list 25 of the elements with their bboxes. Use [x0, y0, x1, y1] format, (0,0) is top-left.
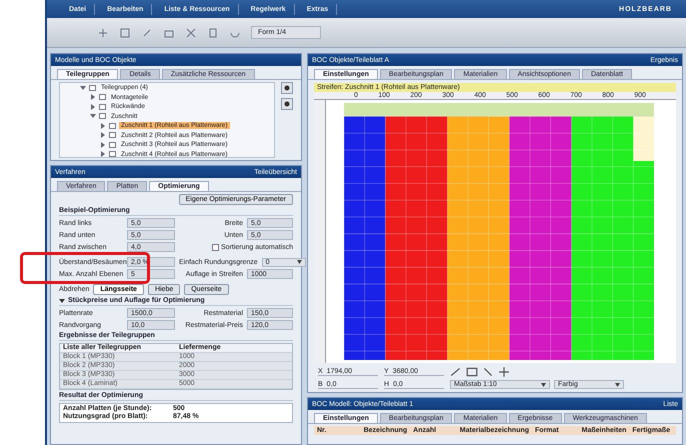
toolbar-icon[interactable] — [141, 26, 153, 38]
toolbar-icon[interactable] — [185, 26, 197, 38]
expand-icon[interactable] — [100, 122, 106, 129]
collapse-icon[interactable] — [80, 84, 86, 91]
expand-icon[interactable] — [90, 104, 96, 110]
expand-icon[interactable] — [90, 94, 96, 100]
add-button[interactable] — [281, 82, 293, 94]
tool-icon[interactable] — [498, 366, 510, 378]
collapse-icon[interactable] — [59, 298, 65, 304]
expand-icon[interactable] — [100, 132, 106, 138]
tool-icon[interactable] — [466, 366, 478, 378]
remove-button[interactable] — [281, 98, 293, 110]
tool-icon[interactable] — [450, 366, 462, 378]
caret-icon — [296, 260, 302, 264]
tool-icon[interactable] — [482, 366, 494, 378]
expand-icon[interactable] — [100, 151, 106, 158]
collapse-icon[interactable] — [90, 113, 96, 120]
dot-icon — [284, 101, 290, 107]
toolbar-icon[interactable] — [207, 26, 219, 38]
caret-icon — [615, 382, 620, 386]
toolbar-icon[interactable] — [119, 26, 131, 38]
toolbar-icon[interactable] — [97, 26, 109, 38]
caret-icon — [541, 382, 546, 386]
dot-icon — [284, 85, 290, 91]
expand-icon[interactable] — [100, 142, 106, 148]
